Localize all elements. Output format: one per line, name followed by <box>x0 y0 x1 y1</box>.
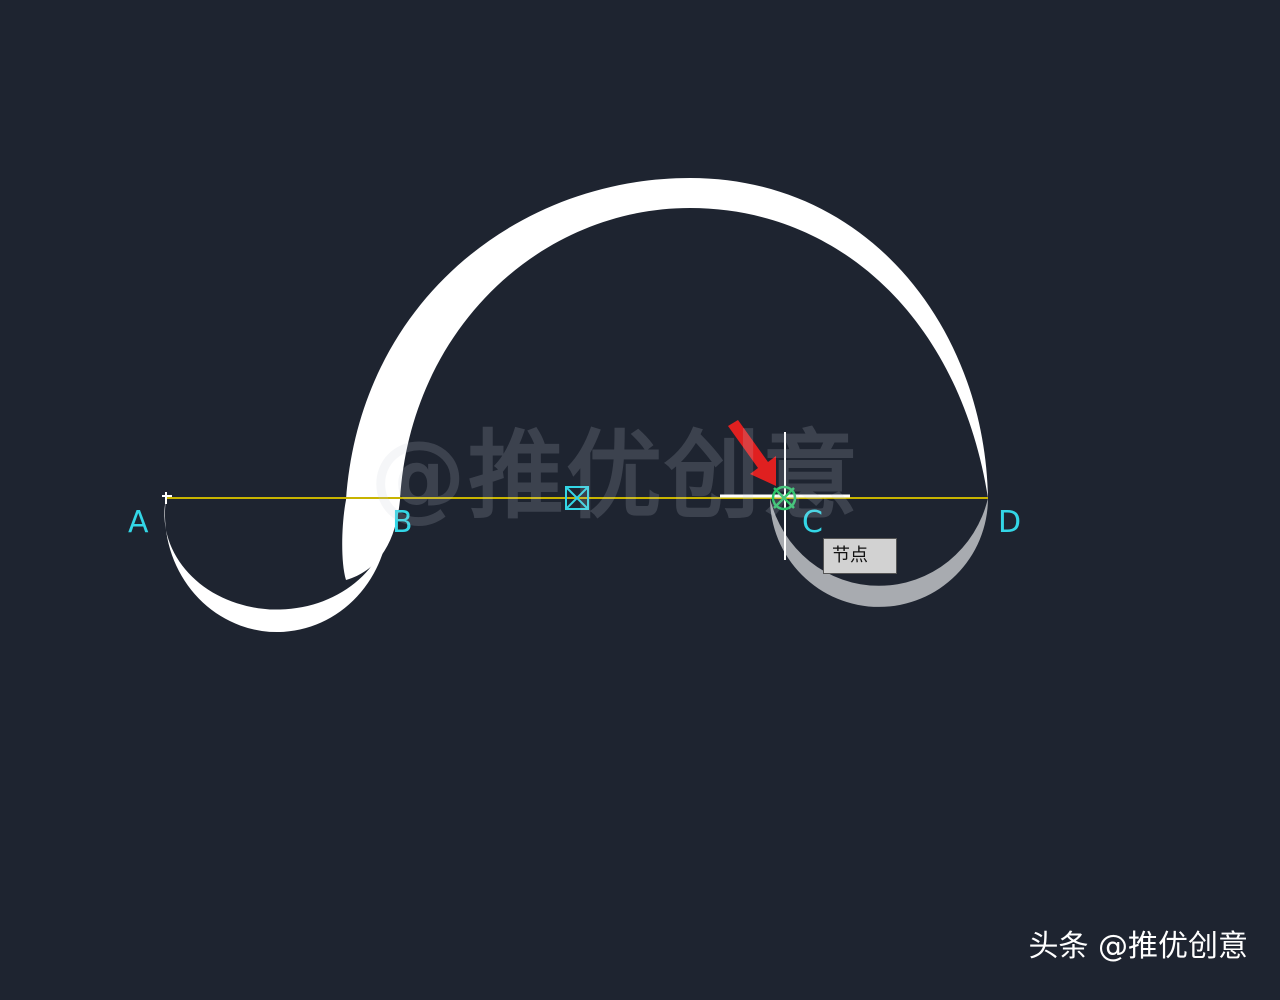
point-label-a: A <box>128 505 149 540</box>
center-watermark: @推优创意 <box>370 420 860 532</box>
point-label-d: D <box>998 505 1022 540</box>
snap-tooltip: 节点 <box>823 538 897 574</box>
footer-watermark: 头条 @推优创意 <box>1028 929 1248 964</box>
cad-canvas[interactable]: A B C D @推优创意 节点 头条 @推优创意 <box>0 0 1280 1000</box>
